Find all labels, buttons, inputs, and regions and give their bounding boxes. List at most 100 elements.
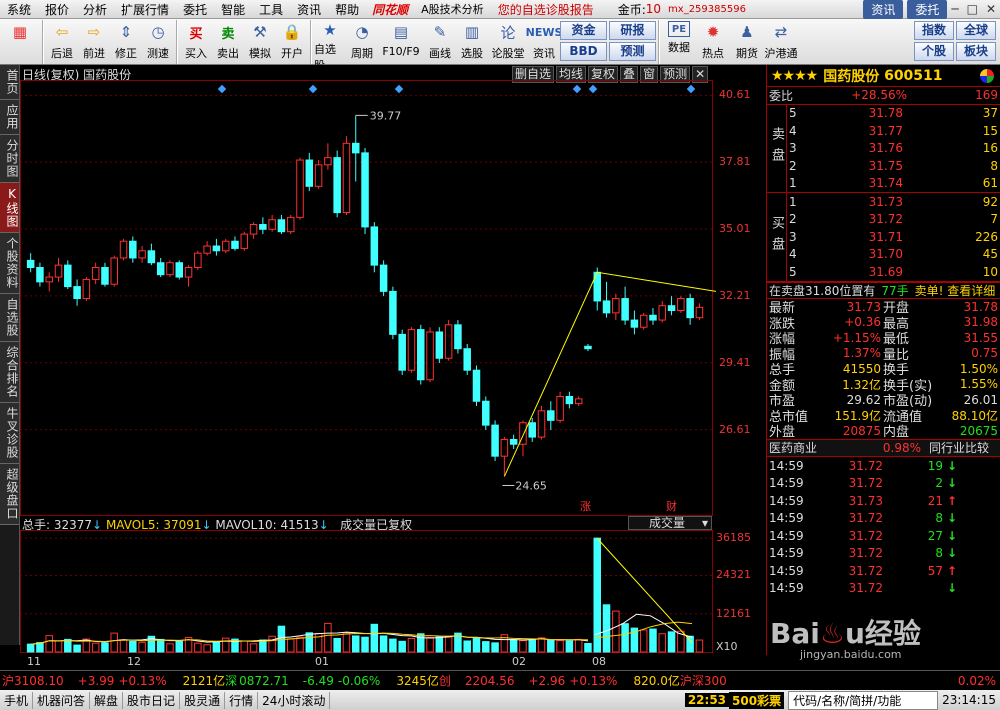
status-item-0[interactable]: 手机 (0, 691, 34, 709)
left-tab-0[interactable]: 首页 (0, 65, 19, 100)
toolbar-button-3[interactable]: ⇕ 修正 (110, 19, 142, 65)
close-icon[interactable]: ✕ (982, 2, 1000, 16)
volume-bar (519, 640, 527, 653)
toolbar-small-button[interactable]: 指数 (914, 21, 954, 40)
bid-row[interactable]: 5 31.69 10 (787, 263, 1000, 281)
menu-smart[interactable]: 智能 (214, 1, 252, 18)
toolbar-small-button[interactable]: 板块 (956, 42, 996, 61)
toolbar-button-7[interactable]: ⚒ 模拟 (244, 19, 276, 65)
left-tab-3[interactable]: K线图 (0, 183, 19, 233)
status-bar: 手机 机器问答 解盘 股市日记 股灵通 行情 24小时滚动 22:53 500彩票 代码/名称/简… (0, 690, 1000, 710)
toolbar-button-2[interactable]: ⇨ 前进 (78, 19, 110, 65)
trade-menu-button[interactable]: 委托 (907, 0, 948, 19)
maximize-icon[interactable]: □ (963, 2, 982, 16)
toolbar-button-15[interactable]: NEWS 资讯 (526, 19, 563, 65)
toolbar-right-button-3[interactable]: ⇄ 沪港通 (764, 19, 798, 65)
event-marker-icon[interactable] (394, 84, 404, 94)
toolbar-small-button[interactable]: 研报 (609, 21, 656, 40)
toolbar-button-8[interactable]: 🔒 开户 (276, 19, 308, 65)
candle (602, 281, 611, 318)
toolbar-button-5[interactable]: 买买入 (180, 19, 212, 65)
candle (463, 343, 471, 375)
lottery-link[interactable]: 500彩票 (729, 691, 785, 709)
left-tab-8[interactable]: 超级盘口 (0, 464, 19, 525)
ask-row[interactable]: 3 31.76 16 (787, 140, 1000, 158)
status-item-6[interactable]: 24小时滚动 (258, 691, 331, 709)
menu-trade[interactable]: 委托 (176, 1, 214, 18)
left-tab-1[interactable]: 应用 (0, 100, 19, 135)
sz-index[interactable]: 0872.71 (239, 674, 289, 688)
toolbar-right-button-1[interactable]: ✹ 热点 (696, 19, 730, 65)
color-wheel-icon[interactable] (980, 68, 994, 83)
sector-compare[interactable]: 同行业比较 (929, 439, 989, 456)
menu-quote[interactable]: 报价 (38, 1, 76, 18)
toolbar-button-13[interactable]: ▥ 选股 (456, 19, 488, 65)
toolbar-button-14[interactable]: 论论股堂 (488, 19, 528, 65)
event-marker-icon[interactable] (308, 84, 318, 94)
status-item-3[interactable]: 股市日记 (123, 691, 181, 709)
toolbar-button-10[interactable]: ◔ 周期 (346, 19, 378, 65)
toolbar-small-button[interactable]: 个股 (914, 42, 954, 61)
bid-row[interactable]: 4 31.70 45 (787, 246, 1000, 264)
left-tab-6[interactable]: 综合排名 (0, 342, 19, 403)
diagnosis-report-link[interactable]: 您的自选诊股报告 (491, 1, 601, 18)
toolbar-button-9[interactable]: ★ 自选股 (314, 19, 346, 72)
volume-trend-line[interactable] (596, 537, 693, 643)
ask-row[interactable]: 4 31.77 15 (787, 122, 1000, 140)
menu-help[interactable]: 帮助 (328, 1, 366, 18)
left-tab-2[interactable]: 分时图 (0, 135, 19, 183)
status-item-2[interactable]: 解盘 (90, 691, 124, 709)
toolbar-button-1[interactable]: ⇦ 后退 (46, 19, 78, 65)
news-menu-button[interactable]: 资讯 (863, 0, 904, 19)
toolbar-small-button[interactable]: 预测 (609, 42, 656, 61)
toolbar-button-4[interactable]: ◷ 测速 (142, 19, 174, 65)
toolbar-button-6[interactable]: 卖卖出 (212, 19, 244, 65)
toolbar-small-button[interactable]: 全球 (956, 21, 996, 40)
toolbar-right-button-0[interactable]: PE 数据 (662, 19, 696, 65)
date-tick: 12 (127, 655, 141, 668)
event-marker-icon[interactable] (572, 84, 582, 94)
toolbar-small-button[interactable]: BBD (560, 42, 607, 61)
volume-bar (221, 637, 230, 653)
bid-row[interactable]: 3 31.71 226 (787, 228, 1000, 246)
sector-row[interactable]: 医药商业 0.98% 同行业比较 (767, 438, 1000, 456)
search-input[interactable]: 代码/名称/简拼/功能 (788, 690, 939, 710)
left-tab-4[interactable]: 个股资料 (0, 233, 19, 294)
ask-row[interactable]: 1 31.74 61 (787, 175, 1000, 193)
menu-system[interactable]: 系统 (0, 1, 38, 18)
volume-chart[interactable] (20, 530, 716, 654)
menu-news[interactable]: 资讯 (290, 1, 328, 18)
cy-index[interactable]: 2204.56 (465, 674, 515, 688)
minimize-icon[interactable]: ─ (947, 2, 962, 16)
price: 31.74 (868, 176, 903, 191)
toolbar-button-0[interactable]: ▦ (0, 19, 40, 65)
left-tab-7[interactable]: 牛叉诊股 (0, 403, 19, 464)
bid-row[interactable]: 1 31.73 92 (787, 193, 1000, 211)
toolbar-button-12[interactable]: ✎ 画线 (424, 19, 456, 65)
event-badge-finance[interactable]: 财 (666, 499, 677, 513)
menu-tools[interactable]: 工具 (252, 1, 290, 18)
volume-bar (324, 622, 332, 653)
status-item-4[interactable]: 股灵通 (180, 691, 226, 709)
kline-chart[interactable]: 39.77 24.65 涨 财 (20, 80, 716, 516)
status-item-1[interactable]: 机器问答 (33, 691, 91, 709)
event-marker-icon[interactable] (217, 84, 227, 94)
bid-rows: 1 31.73 92 2 31.72 7 3 31.71 226 4 31.70 45 5 31.69 10 (787, 193, 1000, 281)
ask-row[interactable]: 5 31.78 37 (787, 105, 1000, 123)
status-item-5[interactable]: 行情 (225, 691, 259, 709)
event-marker-icon[interactable] (686, 84, 696, 94)
left-tab-5[interactable]: 自选股 (0, 294, 19, 342)
event-badge-rise[interactable]: 涨 (580, 500, 591, 513)
toolbar-small-button[interactable]: 资金 (560, 21, 607, 40)
indicator-select[interactable]: 成交量 ▾ (628, 516, 712, 530)
big-order-action[interactable]: 卖单! 查看详细 (915, 282, 996, 299)
toolbar-button-11[interactable]: ▤ F10/F9 (378, 19, 424, 65)
menu-ext-market[interactable]: 扩展行情 (114, 1, 176, 18)
event-marker-icon[interactable] (588, 84, 598, 94)
sh-index[interactable]: 3108.10 (14, 674, 64, 688)
ask-row[interactable]: 2 31.75 8 (787, 157, 1000, 175)
toolbar-right-button-2[interactable]: ♟ 期货 (730, 19, 764, 65)
bid-row[interactable]: 2 31.72 7 (787, 211, 1000, 229)
menu-analysis[interactable]: 分析 (76, 1, 114, 18)
kline-y-tick: 26.61 (719, 422, 751, 436)
